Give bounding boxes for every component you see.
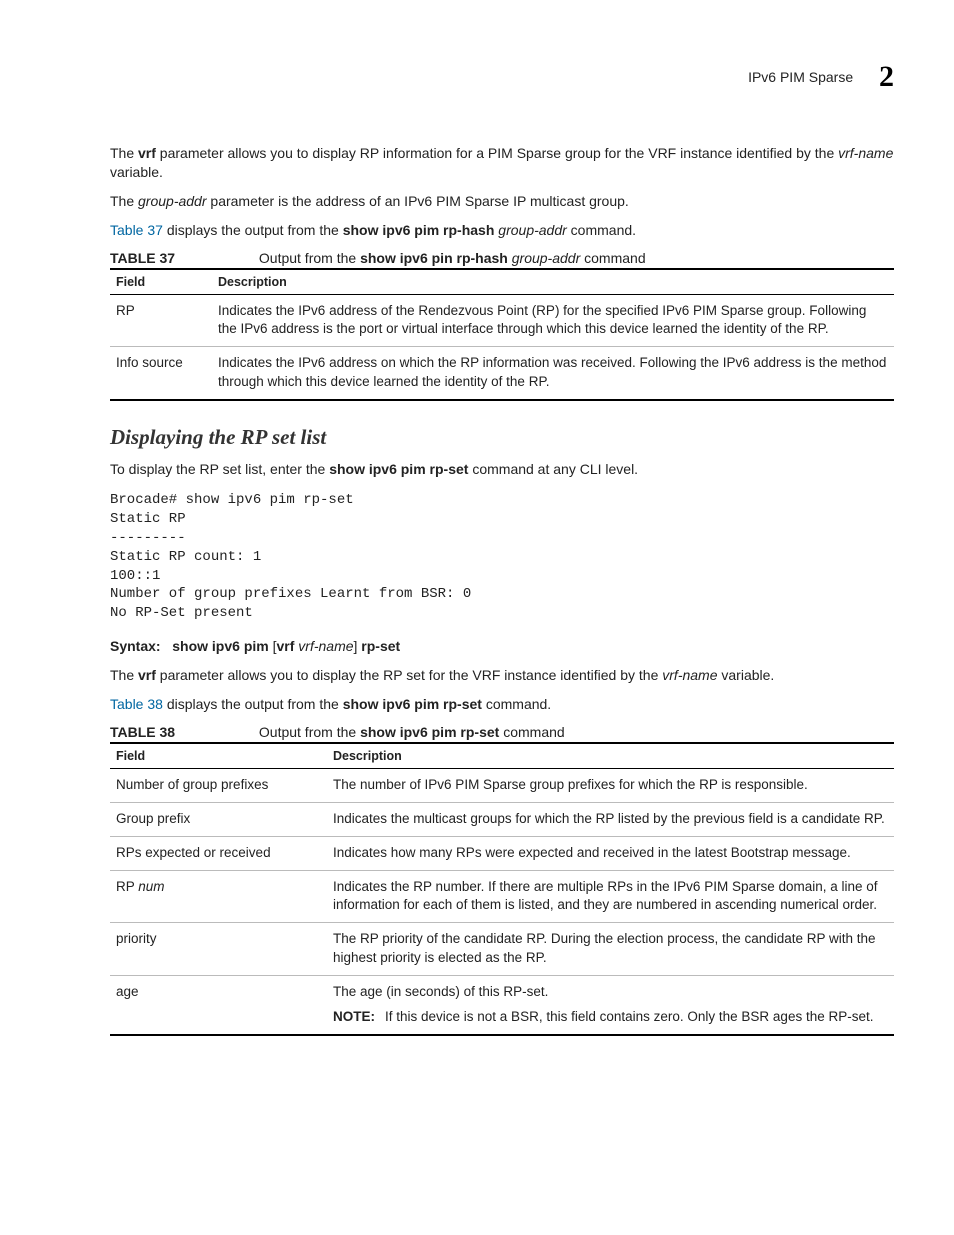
table-label: TABLE 37 bbox=[110, 250, 255, 266]
paragraph: Table 38 displays the output from the sh… bbox=[110, 695, 894, 714]
table-37: Field Description RP Indicates the IPv6 … bbox=[110, 268, 894, 402]
table-row: priority The RP priority of the candidat… bbox=[110, 923, 894, 976]
table-label: TABLE 38 bbox=[110, 724, 255, 740]
header-chapter: 2 bbox=[879, 60, 894, 94]
table-caption: TABLE 37 Output from the show ipv6 pin r… bbox=[110, 250, 894, 266]
paragraph: The group-addr parameter is the address … bbox=[110, 192, 894, 211]
col-header: Description bbox=[327, 743, 894, 769]
page-header: IPv6 PIM Sparse 2 bbox=[110, 60, 894, 94]
table-row: RP num Indicates the RP number. If there… bbox=[110, 870, 894, 923]
section-heading: Displaying the RP set list bbox=[110, 425, 894, 450]
table-38: Field Description Number of group prefix… bbox=[110, 742, 894, 1036]
note-label: NOTE: bbox=[333, 1008, 385, 1027]
paragraph: The vrf parameter allows you to display … bbox=[110, 666, 894, 685]
page: IPv6 PIM Sparse 2 The vrf parameter allo… bbox=[0, 0, 954, 1235]
code-block: Brocade# show ipv6 pim rp-set Static RP … bbox=[110, 491, 894, 623]
col-header: Field bbox=[110, 269, 212, 295]
table-row: RP Indicates the IPv6 address of the Ren… bbox=[110, 294, 894, 347]
header-title: IPv6 PIM Sparse bbox=[748, 69, 853, 85]
paragraph: To display the RP set list, enter the sh… bbox=[110, 460, 894, 479]
paragraph: Table 37 displays the output from the sh… bbox=[110, 221, 894, 240]
table-row: age The age (in seconds) of this RP-set.… bbox=[110, 976, 894, 1035]
table-row: Info source Indicates the IPv6 address o… bbox=[110, 347, 894, 400]
table-row: Number of group prefixes The number of I… bbox=[110, 768, 894, 802]
table-row: RPs expected or received Indicates how m… bbox=[110, 836, 894, 870]
table-ref-link[interactable]: Table 38 bbox=[110, 696, 163, 712]
col-header: Field bbox=[110, 743, 327, 769]
paragraph: The vrf parameter allows you to display … bbox=[110, 144, 894, 182]
table-caption: TABLE 38 Output from the show ipv6 pim r… bbox=[110, 724, 894, 740]
note-text: If this device is not a BSR, this field … bbox=[385, 1008, 873, 1027]
table-row: Group prefix Indicates the multicast gro… bbox=[110, 802, 894, 836]
syntax-line: Syntax: show ipv6 pim [vrf vrf-name] rp-… bbox=[110, 637, 894, 656]
table-ref-link[interactable]: Table 37 bbox=[110, 222, 163, 238]
col-header: Description bbox=[212, 269, 894, 295]
